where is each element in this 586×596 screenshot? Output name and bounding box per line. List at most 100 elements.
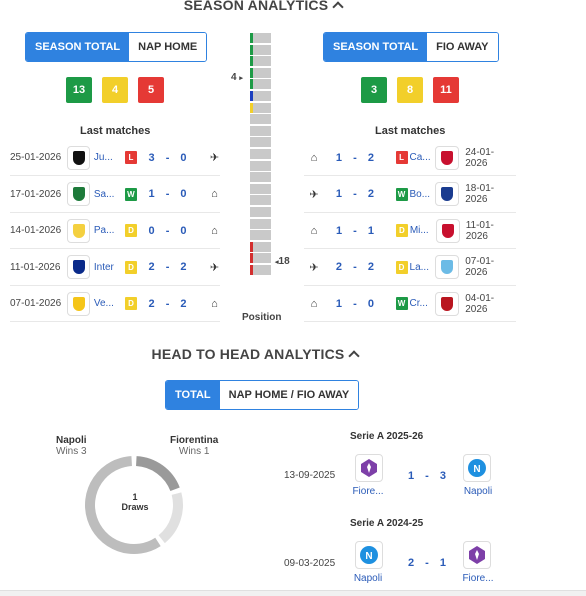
fixture-home-team[interactable]: Fiore...	[346, 486, 390, 497]
fixture-competition: Serie A 2025-26	[350, 431, 424, 442]
position-bar-segment	[250, 241, 271, 252]
team-crest-icon	[67, 182, 90, 206]
h2h-analytics-title[interactable]: HEAD TO HEAD ANALYTICS	[0, 346, 518, 362]
losses-badge: 5	[138, 77, 164, 103]
result-badge: D	[125, 297, 137, 310]
match-date: 24-01-2026	[465, 146, 495, 169]
fixture-score[interactable]: 1 - 3	[408, 470, 450, 482]
position-bar-segment	[250, 33, 271, 43]
position-bar-segment	[250, 79, 271, 90]
airplane-icon: ✈	[309, 188, 319, 201]
home-icon: ⌂	[310, 224, 318, 237]
match-score[interactable]: 1 - 0	[336, 298, 386, 310]
match-row[interactable]: 07-01-2026 Ve... D 2 - 2 ⌂	[10, 286, 220, 322]
opponent-name[interactable]: La...	[410, 262, 436, 273]
fixture-away-team[interactable]: Fiore...	[456, 573, 500, 584]
opponent-name[interactable]: Ju...	[94, 152, 126, 163]
position-bar-segment	[250, 206, 271, 217]
home-icon: ⌂	[211, 188, 218, 200]
tab-nap-home[interactable]: NAP HOME	[129, 33, 207, 61]
position-bar-segment	[250, 44, 271, 55]
fixture-home-team[interactable]: Napoli	[346, 573, 390, 584]
result-badge: L	[125, 151, 137, 164]
fiorentina-crest-icon	[355, 454, 383, 482]
tab-season-total-right[interactable]: SEASON TOTAL	[324, 33, 428, 61]
position-bar-segment	[250, 90, 271, 101]
tab-nap-home-fio-away[interactable]: NAP HOME / FIO AWAY	[219, 381, 359, 409]
opponent-name[interactable]: Ca...	[410, 152, 436, 163]
position-bar-segment	[250, 125, 271, 136]
match-score[interactable]: 1 - 0	[149, 188, 195, 200]
team-crest-icon	[67, 291, 90, 316]
airplane-icon: ✈	[209, 152, 220, 164]
match-date: 04-01-2026	[465, 292, 495, 315]
match-row[interactable]: ⌂ 1 - 2 L Ca... 24-01-2026	[304, 140, 516, 176]
match-row[interactable]: 17-01-2026 Sa... W 1 - 0 ⌂	[10, 177, 220, 213]
right-stat-badges: 3 8 11	[361, 77, 459, 103]
match-score[interactable]: 1 - 2	[336, 152, 386, 164]
opponent-name[interactable]: Bo...	[410, 189, 436, 200]
fixture-score[interactable]: 2 - 1	[408, 557, 450, 569]
result-badge: D	[395, 224, 408, 237]
page-bottom-divider	[0, 590, 586, 596]
airplane-icon: ✈	[209, 261, 220, 274]
match-row[interactable]: ⌂ 1 - 0 W Cr... 04-01-2026	[304, 286, 516, 322]
position-bar-segment	[250, 172, 271, 183]
tab-season-total-left[interactable]: SEASON TOTAL	[26, 33, 130, 61]
h2h-home-team: Napoli Wins 3	[56, 435, 87, 457]
draws-badge: 4	[102, 77, 128, 103]
tab-fio-away[interactable]: FIO AWAY	[427, 33, 498, 61]
chevron-up-icon	[332, 1, 344, 13]
match-score[interactable]: 2 - 2	[149, 261, 195, 273]
team-crest-icon	[435, 255, 460, 279]
opponent-name[interactable]: Pa...	[94, 225, 126, 236]
match-score[interactable]: 2 - 2	[336, 261, 386, 273]
svg-text:N: N	[365, 551, 372, 562]
season-analytics-title[interactable]: SEASON ANALYTICS	[0, 0, 526, 13]
team-crest-icon	[67, 255, 90, 279]
result-badge: L	[395, 151, 408, 164]
draws-arc	[158, 492, 183, 544]
match-date: 07-01-2026	[10, 298, 62, 309]
draws-badge: 8	[397, 77, 423, 103]
match-date: 25-01-2026	[10, 152, 62, 163]
position-bar-segment	[250, 56, 271, 67]
match-row[interactable]: ✈ 1 - 2 W Bo... 18-01-2026	[304, 177, 516, 213]
match-row[interactable]: 25-01-2026 Ju... L 3 - 0 ✈	[10, 140, 220, 176]
match-row[interactable]: ⌂ 1 - 1 D Mi... 11-01-2026	[304, 213, 516, 249]
losses-badge: 11	[433, 77, 459, 103]
fixture-away-team[interactable]: Napoli	[456, 486, 500, 497]
match-score[interactable]: 3 - 0	[149, 152, 195, 164]
team-crest-icon	[67, 218, 90, 243]
chevron-up-icon	[348, 350, 361, 362]
team-crest-icon	[435, 218, 460, 243]
position-marker-top: 4 ▸	[231, 72, 243, 83]
result-badge: W	[395, 187, 408, 201]
match-row[interactable]: 14-01-2026 Pa... D 0 - 0 ⌂	[10, 213, 220, 249]
fiorentina-crest-icon	[463, 541, 491, 569]
position-bar-segment	[250, 67, 271, 78]
opponent-name[interactable]: Ve...	[94, 298, 126, 309]
home-icon: ⌂	[211, 297, 218, 310]
svg-text:N: N	[473, 464, 480, 475]
away-wins-arc	[135, 456, 180, 492]
opponent-name[interactable]: Inter	[94, 262, 126, 273]
position-bar-segment	[250, 264, 271, 275]
napoli-crest-icon: N	[355, 541, 383, 569]
fixture-date: 13-09-2025	[284, 470, 336, 481]
opponent-name[interactable]: Sa...	[94, 189, 126, 200]
match-row[interactable]: 11-01-2026 Inter D 2 - 2 ✈	[10, 250, 220, 286]
match-score[interactable]: 0 - 0	[149, 225, 195, 237]
left-stat-badges: 13 4 5	[66, 77, 164, 103]
opponent-name[interactable]: Mi...	[410, 225, 436, 236]
tab-total[interactable]: TOTAL	[166, 381, 220, 409]
match-score[interactable]: 1 - 2	[336, 188, 386, 200]
opponent-name[interactable]: Cr...	[410, 298, 436, 309]
match-score[interactable]: 2 - 2	[149, 298, 195, 310]
fixture-date: 09-03-2025	[284, 558, 336, 569]
match-date: 07-01-2026	[465, 256, 495, 278]
match-date: 17-01-2026	[10, 188, 62, 200]
match-row[interactable]: ✈ 2 - 2 D La... 07-01-2026	[304, 250, 516, 286]
match-score[interactable]: 1 - 1	[336, 225, 386, 237]
position-bar-segment	[250, 183, 271, 194]
